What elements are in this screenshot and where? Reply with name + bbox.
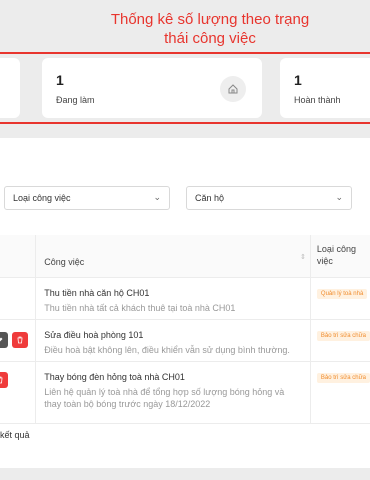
task-description: Thu tiền nhà tất cả khách thuê tại toà n… [44, 302, 236, 313]
type-cell: Bảo trì sửa chữa [310, 319, 370, 362]
table-row[interactable]: Thu tiền nhà căn hộ CH01 Thu tiền nhà tấ… [0, 277, 370, 320]
result-count-text: kết quả [0, 430, 30, 440]
stat-value: 1 [56, 72, 64, 88]
task-type-select-value: Loại công việc [13, 193, 71, 203]
stat-label: Đang làm [56, 95, 95, 105]
chevron-down-icon: ⌄ [335, 192, 343, 202]
home-icon [220, 76, 246, 102]
stat-value: 1 [294, 72, 302, 88]
task-description: Điều hoà bật không lên, điều khiển vẫn s… [44, 344, 290, 355]
stat-label: Hoàn thành [294, 95, 341, 105]
task-type-select[interactable]: Loại công việc ⌄ [4, 186, 170, 210]
trash-icon [0, 376, 3, 383]
task-cell: Thu tiền nhà căn hộ CH01 Thu tiền nhà tấ… [35, 277, 311, 320]
sort-icon[interactable]: ⇕ [300, 253, 306, 261]
row-actions [0, 319, 37, 362]
delete-button[interactable] [0, 371, 8, 388]
trash-icon [17, 336, 23, 343]
stat-card-completed: 1 Hoàn thành [280, 58, 370, 118]
task-type-tag: Quản lý toà nhà [316, 288, 368, 299]
table-header-type-label: Loại công việc [316, 244, 356, 266]
edit-button[interactable] [0, 331, 8, 348]
delete-button[interactable] [12, 331, 28, 348]
apartment-select[interactable]: Căn hộ ⌄ [186, 186, 352, 210]
annotation-text: Thống kê số lượng theo trạng thái công v… [110, 11, 310, 47]
row-actions [0, 277, 37, 320]
table-header-task[interactable]: Công việc ⇕ [35, 235, 311, 278]
chevron-down-icon: ⌄ [153, 192, 161, 202]
app-root: Thống kê số lượng theo trạng thái công v… [0, 0, 370, 480]
task-cell: Sửa điều hoà phòng 101 Điều hoà bật khôn… [35, 319, 311, 362]
type-cell: Bảo trì sửa chữa [310, 361, 370, 424]
task-description: Liên hệ quản lý toà nhà để tổng hợp số l… [44, 386, 285, 409]
type-cell: Quản lý toà nhà [310, 277, 370, 320]
table-header-actions [0, 235, 37, 278]
row-actions [0, 361, 37, 424]
task-type-tag: Bảo trì sửa chữa [316, 372, 370, 383]
task-title: Sửa điều hoà phòng 101 [44, 329, 144, 340]
table-header-type[interactable]: Loại công việc [310, 235, 370, 278]
table-header-row: Công việc ⇕ Loại công việc [0, 235, 370, 278]
stat-card-partial [0, 58, 20, 118]
task-list-panel: Loại công việc ⌄ Căn hộ ⌄ Công việc ⇕ Lo… [0, 138, 370, 468]
table-header-task-label: Công việc [44, 257, 85, 267]
task-type-tag: Bảo trì sửa chữa [316, 330, 370, 341]
task-title: Thay bóng đèn hỏng toà nhà CH01 [44, 371, 185, 382]
stat-card-in-progress: 1 Đang làm [42, 58, 262, 118]
table-row[interactable]: Thay bóng đèn hỏng toà nhà CH01 Liên hệ … [0, 361, 370, 424]
task-title: Thu tiền nhà căn hộ CH01 [44, 287, 150, 298]
apartment-select-value: Căn hộ [195, 193, 225, 203]
table-row[interactable]: Sửa điều hoà phòng 101 Điều hoà bật khôn… [0, 319, 370, 362]
task-cell: Thay bóng đèn hỏng toà nhà CH01 Liên hệ … [35, 361, 311, 424]
task-table: Công việc ⇕ Loại công việc Thu tiền nhà … [0, 235, 370, 424]
